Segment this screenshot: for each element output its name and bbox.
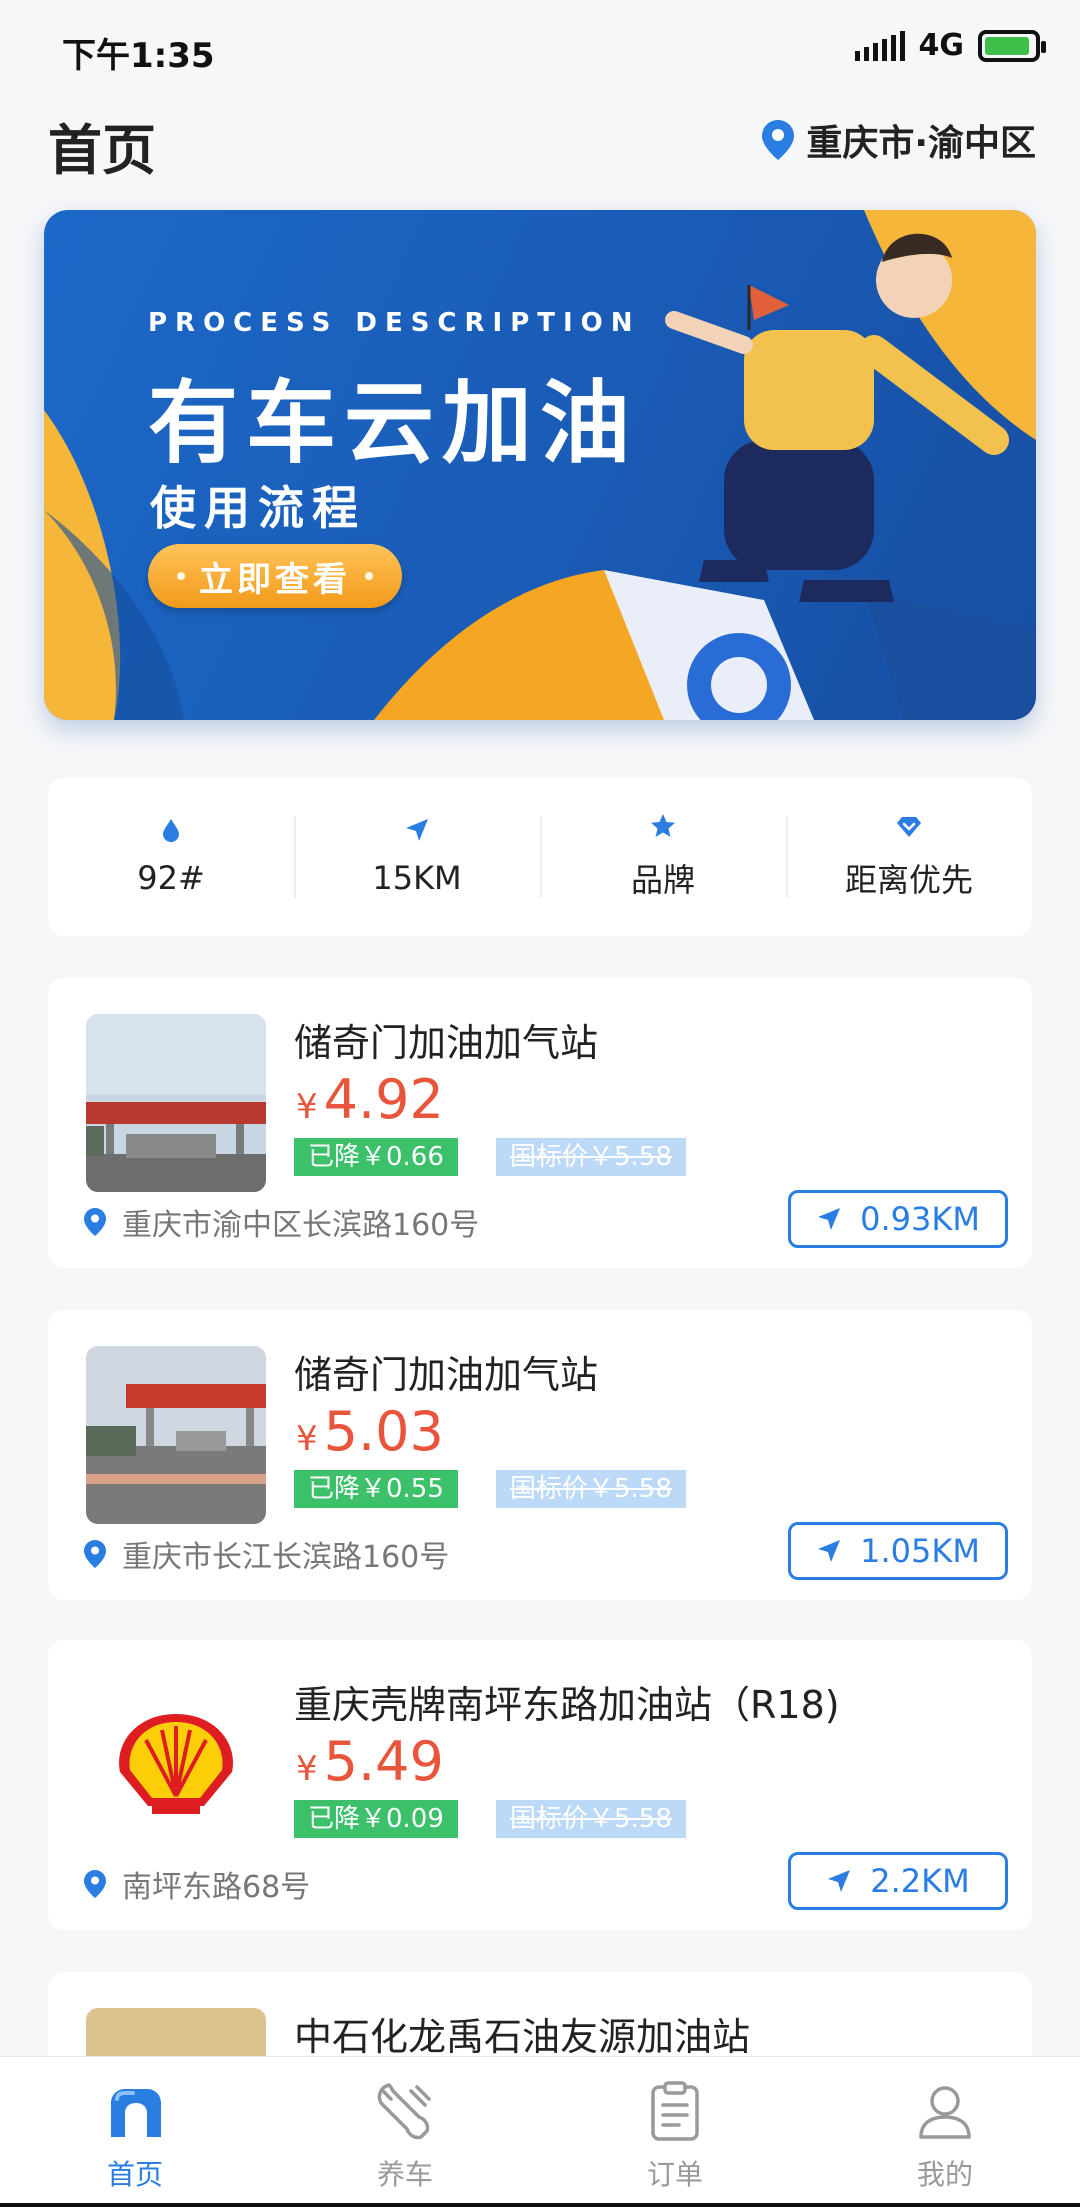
station-address: 重庆市渝中区长滨路160号 — [84, 1200, 479, 1244]
station-card[interactable]: 储奇门加油加气站 ¥5.03 已降￥0.55 国标价￥5.58 重庆市长江长滨路… — [48, 1310, 1032, 1600]
price-value: 4.92 — [323, 1068, 444, 1131]
location-pin-icon — [84, 1870, 106, 1898]
nav-label: 订单 — [646, 2158, 703, 2191]
status-bar: 下午1:35 4G — [0, 0, 1080, 92]
station-card[interactable]: 储奇门加油加气站 ¥4.92 已降￥0.66 国标价￥5.58 重庆市渝中区长滨… — [48, 978, 1032, 1268]
nav-label: 我的 — [916, 2158, 973, 2191]
location-pin-icon — [84, 1208, 106, 1236]
distance-text: 2.2KM — [870, 1862, 970, 1900]
location-text: 重庆市·渝中区 — [806, 123, 1036, 164]
page-title: 首页 — [48, 119, 156, 182]
nav-home[interactable]: 首页 — [0, 2057, 270, 2207]
station-price: ¥5.03 — [296, 1400, 444, 1463]
network-label: 4G — [918, 28, 965, 63]
filter-sort[interactable]: 距离优先 — [786, 778, 1032, 936]
station-name: 储奇门加油加气站 — [294, 1353, 599, 1397]
home-indicator — [0, 2203, 1080, 2207]
filter-label: 92# — [137, 859, 205, 897]
discount-tag: 已降￥0.55 — [294, 1470, 458, 1508]
price-value: 5.03 — [323, 1400, 444, 1463]
station-price: ¥4.92 — [296, 1068, 444, 1131]
location-pin-icon — [762, 120, 795, 160]
station-name: 重庆壳牌南坪东路加油站（R18) — [294, 1683, 840, 1727]
navigate-button[interactable]: 1.05KM — [788, 1522, 1008, 1580]
location-pin-icon — [84, 1540, 106, 1568]
station-price: ¥5.49 — [296, 1730, 444, 1793]
address-text: 南坪东路68号 — [122, 1870, 311, 1905]
station-photo — [86, 1346, 266, 1524]
nav-car-care[interactable]: 养车 — [270, 2057, 540, 2207]
view-now-button[interactable]: 立即查看 — [148, 544, 402, 608]
filter-label: 15KM — [372, 859, 462, 897]
location-selector[interactable]: 重庆市·渝中区 — [762, 114, 1036, 166]
navigate-button[interactable]: 2.2KM — [788, 1852, 1008, 1910]
clipboard-icon — [651, 2081, 699, 2141]
filter-label: 品牌 — [630, 861, 695, 899]
home-icon — [111, 2089, 161, 2137]
filter-brand[interactable]: 品牌 — [540, 778, 786, 936]
discount-tag: 已降￥0.09 — [294, 1800, 458, 1838]
station-card[interactable]: 重庆壳牌南坪东路加油站（R18) ¥5.49 已降￥0.09 国标价￥5.58 … — [48, 1640, 1032, 1930]
currency-symbol: ¥ — [296, 1419, 318, 1459]
signal-icon — [854, 30, 905, 61]
standard-price-tag: 国标价￥5.58 — [496, 1470, 686, 1508]
currency-symbol: ¥ — [296, 1087, 318, 1127]
bottom-nav: 首页 养车 订单 我的 — [0, 2056, 1080, 2207]
currency-symbol: ¥ — [296, 1749, 318, 1789]
discount-tag: 已降￥0.66 — [294, 1138, 458, 1176]
wrench-icon — [377, 2083, 431, 2140]
navigation-icon — [406, 819, 428, 841]
navigate-button[interactable]: 0.93KM — [788, 1190, 1008, 1248]
navigation-icon — [818, 1208, 841, 1230]
nav-label: 首页 — [106, 2158, 163, 2191]
filter-bar: 92# 15KM 品牌 距离优先 — [48, 778, 1032, 936]
station-name: 中石化龙禹石油友源加油站 — [294, 2015, 751, 2059]
standard-price-tag: 国标价￥5.58 — [496, 1138, 686, 1176]
price-value: 5.49 — [323, 1730, 444, 1793]
nav-orders[interactable]: 订单 — [540, 2057, 810, 2207]
station-address: 重庆市长江长滨路160号 — [84, 1532, 449, 1576]
shell-logo — [86, 1676, 266, 1854]
user-icon — [919, 2086, 971, 2139]
banner-title: 有车云加油 — [148, 371, 638, 476]
view-now-label: 立即查看 — [199, 559, 351, 600]
drop-icon — [163, 819, 179, 842]
station-photo — [86, 1014, 266, 1192]
standard-price-tag: 国标价￥5.58 — [496, 1800, 686, 1838]
nav-label: 养车 — [376, 2158, 433, 2191]
navigation-icon — [818, 1540, 841, 1562]
status-time: 下午1:35 — [62, 36, 215, 76]
distance-text: 0.93KM — [860, 1200, 980, 1238]
filter-distance[interactable]: 15KM — [294, 778, 540, 936]
address-text: 重庆市渝中区长滨路160号 — [122, 1208, 480, 1243]
promo-banner[interactable]: PROCESS DESCRIPTION 有车云加油 使用流程 立即查看 — [44, 210, 1036, 720]
station-name: 储奇门加油加气站 — [294, 1021, 599, 1065]
battery-icon — [978, 29, 1046, 62]
distance-text: 1.05KM — [860, 1532, 980, 1570]
nav-profile[interactable]: 我的 — [810, 2057, 1080, 2207]
status-indicators: 4G — [854, 28, 1046, 63]
filter-fuel-type[interactable]: 92# — [48, 778, 294, 936]
navigation-icon — [828, 1870, 851, 1892]
star-icon — [651, 814, 675, 837]
station-address: 南坪东路68号 — [84, 1862, 310, 1906]
diamond-icon — [897, 817, 921, 837]
banner-description: 使用流程 — [150, 481, 366, 535]
address-text: 重庆市长江长滨路160号 — [122, 1540, 450, 1575]
filter-label: 距离优先 — [844, 861, 973, 899]
banner-subtitle: PROCESS DESCRIPTION — [148, 308, 641, 338]
